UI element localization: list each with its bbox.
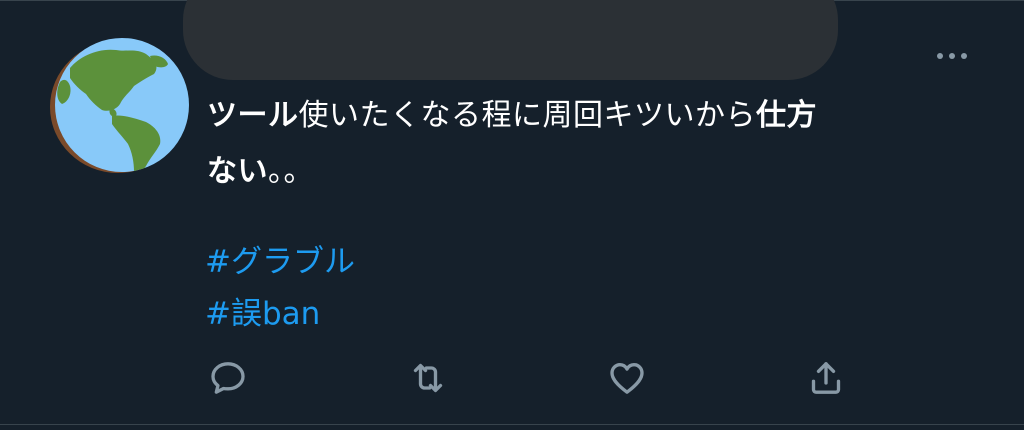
globe-americas-icon xyxy=(50,38,189,173)
bottom-divider xyxy=(0,424,1024,425)
retweet-button[interactable] xyxy=(406,356,450,400)
tweet-text-plain: 使いたくなる程に周回キツいから xyxy=(298,98,756,133)
more-options-button[interactable] xyxy=(928,44,976,68)
tweet-text-plain: 。。 xyxy=(268,154,314,189)
more-dot xyxy=(949,53,955,59)
share-icon xyxy=(811,362,841,394)
retweet-icon xyxy=(413,363,443,393)
tweet-text-bold: ツール xyxy=(207,98,299,133)
redacted-header xyxy=(183,0,838,80)
tweet-text-bold: 仕方 xyxy=(756,98,817,133)
tweet-text-bold: ない xyxy=(207,154,268,189)
hashtag-link[interactable]: #グラブル xyxy=(205,236,355,288)
tweet-text: ツール使いたくなる程に周回キツいから仕方ない。。 xyxy=(207,88,967,200)
hashtag-link[interactable]: #誤ban xyxy=(205,288,355,340)
reply-button[interactable] xyxy=(206,356,250,400)
heart-icon xyxy=(610,363,644,394)
speech-bubble-icon xyxy=(211,362,245,394)
hashtag-list: #グラブル #誤ban xyxy=(205,236,355,340)
more-dot xyxy=(961,53,967,59)
avatar[interactable] xyxy=(50,38,190,174)
share-button[interactable] xyxy=(804,356,848,400)
more-dot xyxy=(937,53,943,59)
like-button[interactable] xyxy=(605,356,649,400)
